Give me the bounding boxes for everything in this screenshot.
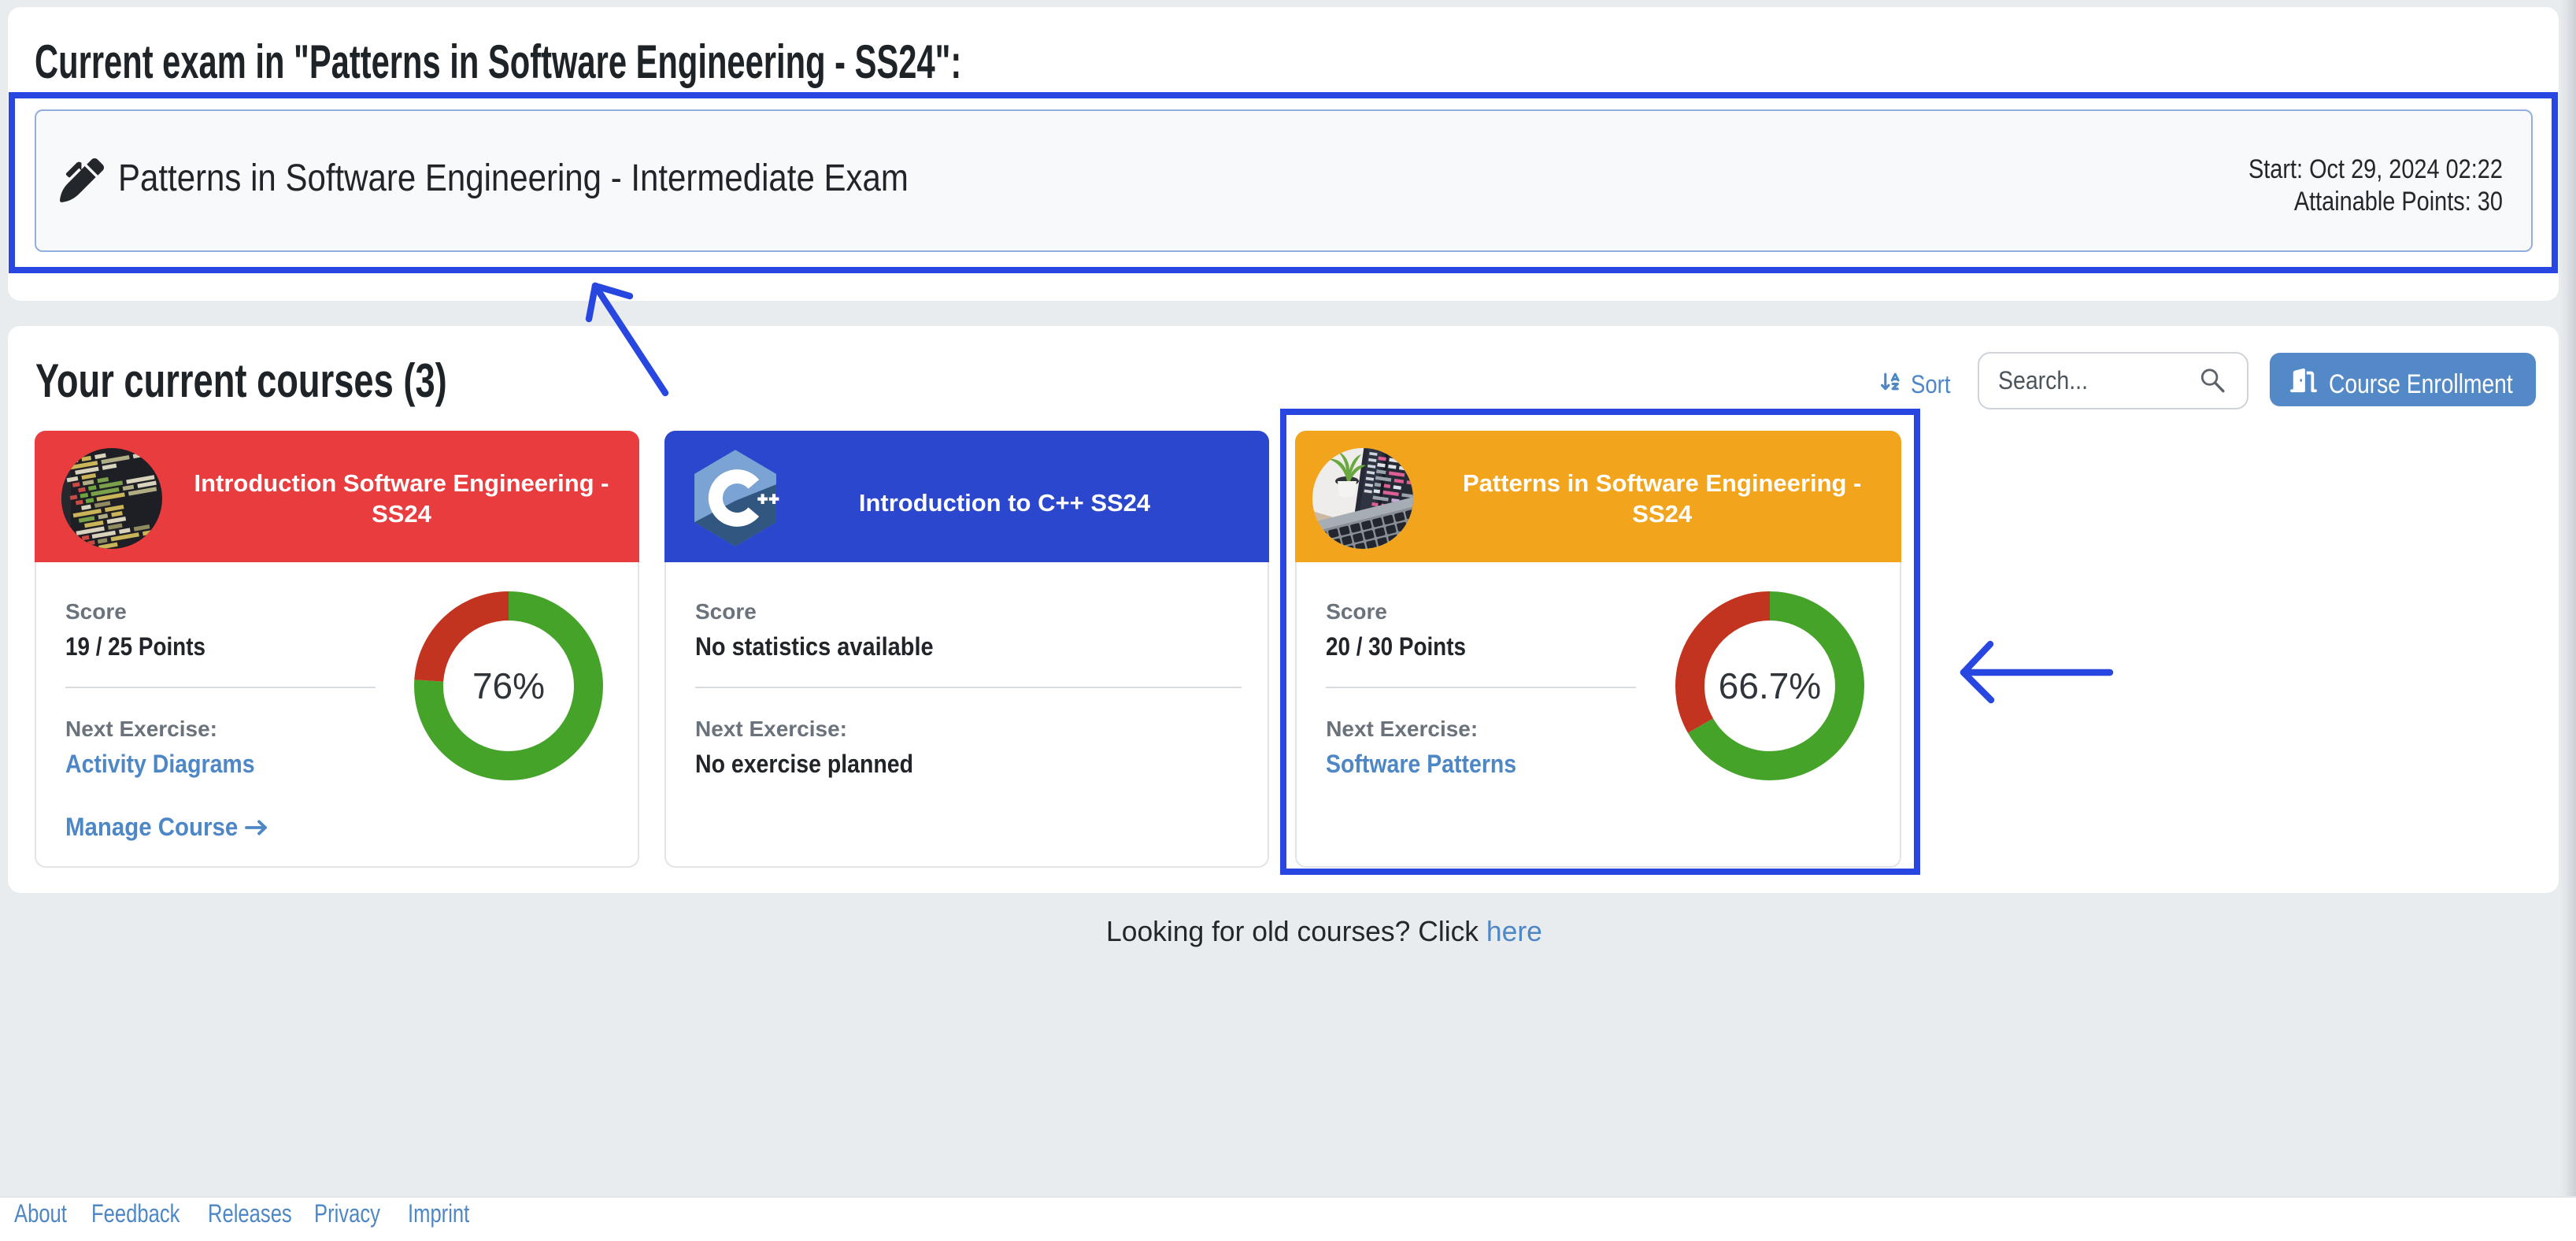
svg-text:76%: 76%: [472, 666, 544, 707]
svg-text:66.7%: 66.7%: [1719, 666, 1821, 707]
